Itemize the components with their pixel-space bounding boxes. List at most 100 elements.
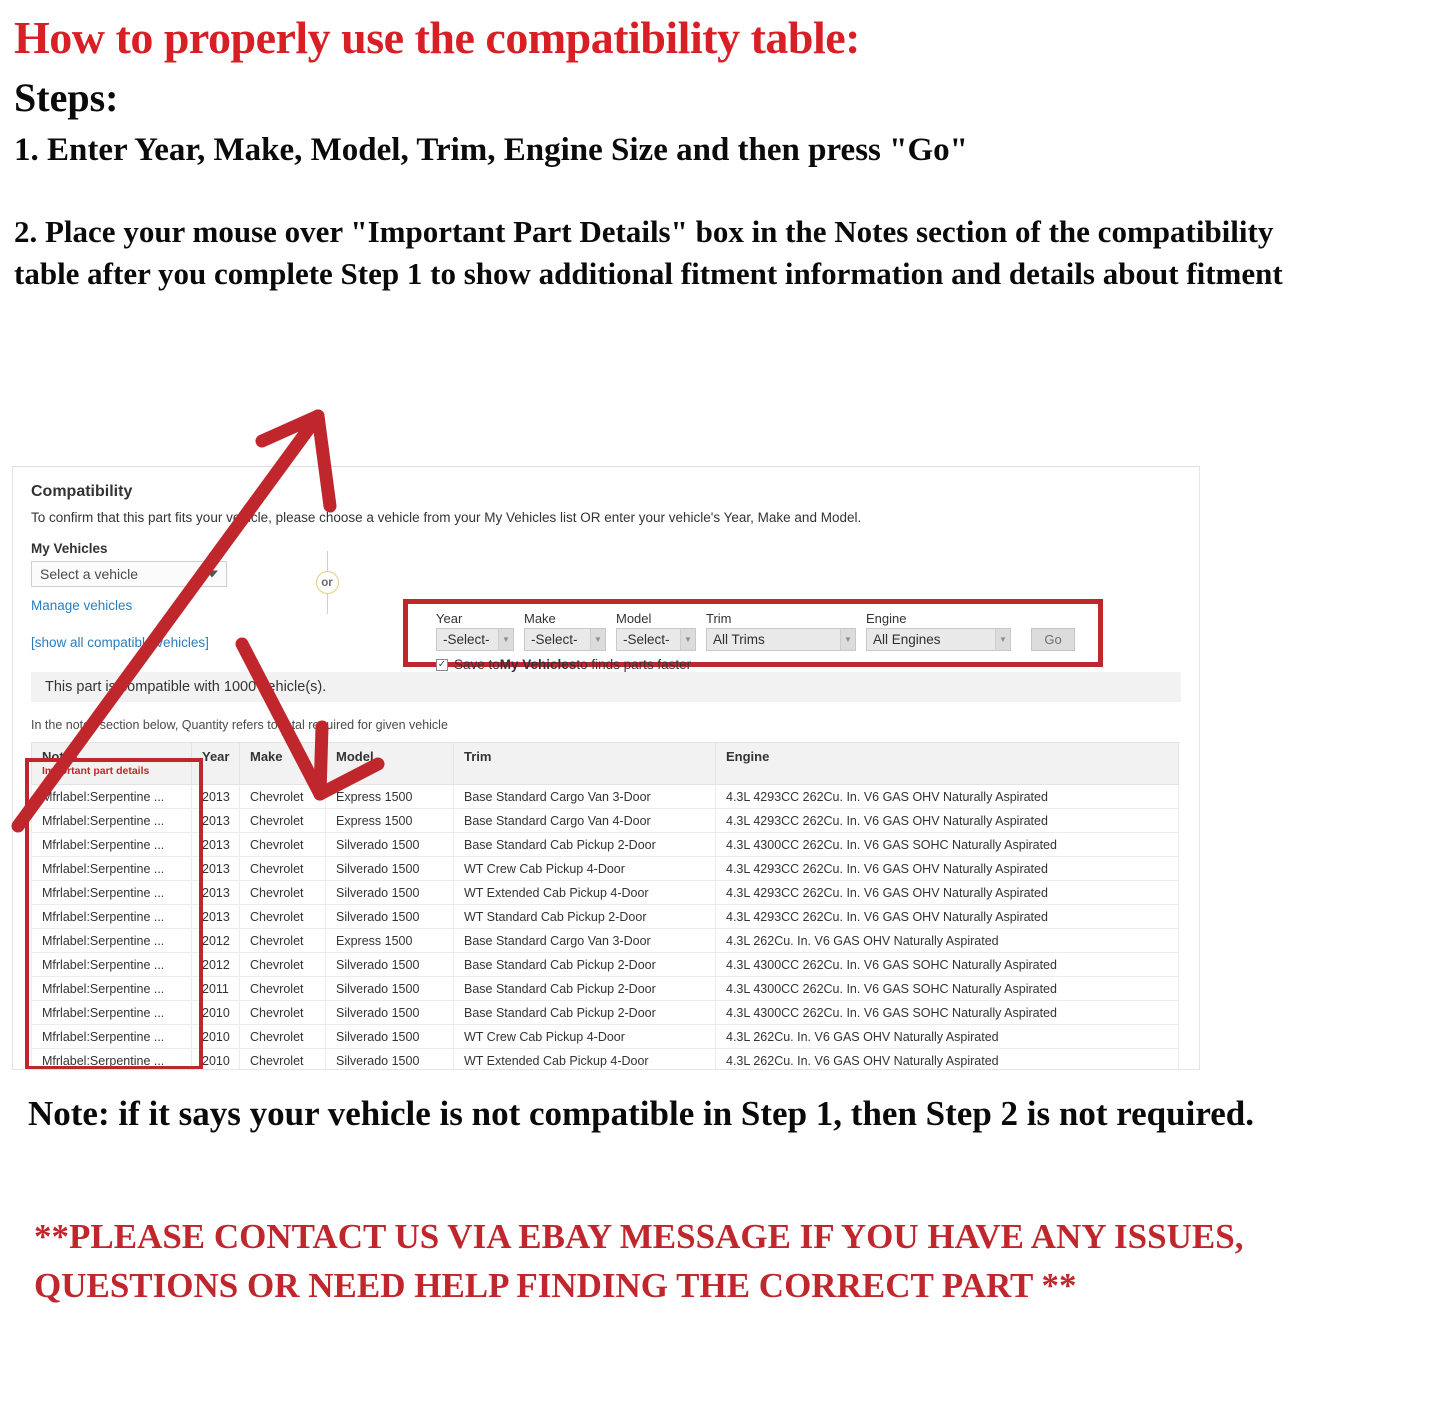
year-label: Year [436,611,463,626]
cell-notes[interactable]: Mfrlabel:Serpentine ... [31,976,192,1001]
cell-make: Chevrolet [239,880,326,905]
cell-make: Chevrolet [239,976,326,1001]
or-divider-line-top [326,551,328,571]
cell-notes[interactable]: Mfrlabel:Serpentine ... [31,1048,192,1069]
table-row: Mfrlabel:Serpentine ... 2012 Chevrolet Expr… [31,928,1179,953]
cell-model: Express 1500 [325,928,454,953]
compatibility-description: To confirm that this part fits your vehi… [31,510,862,525]
cell-year: 2013 [191,880,240,905]
engine-select[interactable]: All Engines ▼ [866,628,1011,651]
cell-engine: 4.3L 4293CC 262Cu. In. V6 GAS OHV Natura… [715,808,1179,833]
cell-model: Silverado 1500 [325,856,454,881]
save-text-after: to finds parts faster [576,657,692,672]
notes-header-label: Notes [42,749,79,764]
table-row: Mfrlabel:Serpentine ... 2010 Chevrolet Silv… [31,1048,1179,1069]
cell-model: Silverado 1500 [325,1000,454,1025]
cell-engine: 4.3L 262Cu. In. V6 GAS OHV Naturally Asp… [715,1024,1179,1049]
cell-notes[interactable]: Mfrlabel:Serpentine ... [31,904,192,929]
cell-engine: 4.3L 4293CC 262Cu. In. V6 GAS OHV Natura… [715,904,1179,929]
cell-year: 2010 [191,1048,240,1069]
steps-label: Steps: [14,75,119,121]
cell-make: Chevrolet [239,1024,326,1049]
chevron-down-icon: ▼ [840,629,855,650]
make-label: Make [524,611,556,626]
cell-engine: 4.3L 262Cu. In. V6 GAS OHV Naturally Asp… [715,928,1179,953]
model-select-value: -Select- [623,632,670,647]
cell-engine: 4.3L 4300CC 262Cu. In. V6 GAS SOHC Natur… [715,952,1179,977]
cell-engine: 4.3L 262Cu. In. V6 GAS OHV Naturally Asp… [715,1048,1179,1069]
make-select[interactable]: -Select- ▼ [524,628,606,651]
cell-year: 2013 [191,808,240,833]
chevron-down-icon: ▼ [995,629,1010,650]
cell-engine: 4.3L 4293CC 262Cu. In. V6 GAS OHV Natura… [715,880,1179,905]
or-divider: or [281,551,373,614]
table-row: Mfrlabel:Serpentine ... 2013 Chevrolet Silv… [31,904,1179,929]
table-row: Mfrlabel:Serpentine ... 2013 Chevrolet Silv… [31,856,1179,881]
cell-year: 2010 [191,1024,240,1049]
manage-vehicles-link[interactable]: Manage vehicles [31,598,281,613]
vehicle-entry-form: Year -Select- ▼ Make -Select- ▼ Model -S… [408,604,1098,651]
cell-trim: Base Standard Cab Pickup 2-Door [453,952,716,977]
cell-year: 2013 [191,784,240,809]
table-header-row: Notes Important part details Year Make M… [31,742,1179,785]
trim-select-value: All Trims [713,632,765,647]
cell-engine: 4.3L 4293CC 262Cu. In. V6 GAS OHV Natura… [715,784,1179,809]
engine-field-group: Engine All Engines ▼ [866,611,1011,651]
cell-make: Chevrolet [239,904,326,929]
column-header-notes: Notes Important part details [31,742,192,785]
cell-model: Silverado 1500 [325,952,454,977]
compatibility-table: Notes Important part details Year Make M… [31,742,1179,1069]
compatibility-heading: Compatibility [31,483,133,500]
vehicle-entry-form-highlight: Year -Select- ▼ Make -Select- ▼ Model -S… [403,599,1103,672]
vehicle-select-dropdown[interactable]: Select a vehicle [31,561,227,587]
cell-notes[interactable]: Mfrlabel:Serpentine ... [31,880,192,905]
cell-make: Chevrolet [239,808,326,833]
cell-year: 2013 [191,856,240,881]
cell-trim: Base Standard Cab Pickup 2-Door [453,832,716,857]
compatibility-panel: Compatibility To confirm that this part … [12,466,1200,1070]
cell-notes[interactable]: Mfrlabel:Serpentine ... [31,952,192,977]
column-header-trim: Trim [453,742,716,785]
trim-select[interactable]: All Trims ▼ [706,628,856,651]
model-label: Model [616,611,652,626]
save-text-bold: My Vehicles [499,657,577,672]
cell-notes[interactable]: Mfrlabel:Serpentine ... [31,808,192,833]
cell-engine: 4.3L 4293CC 262Cu. In. V6 GAS OHV Natura… [715,856,1179,881]
cell-notes[interactable]: Mfrlabel:Serpentine ... [31,928,192,953]
cell-notes[interactable]: Mfrlabel:Serpentine ... [31,832,192,857]
cell-model: Silverado 1500 [325,880,454,905]
cell-model: Express 1500 [325,784,454,809]
show-all-compatible-vehicles-link[interactable]: [show all compatible vehicles] [31,635,281,650]
year-select[interactable]: -Select- ▼ [436,628,514,651]
cell-model: Express 1500 [325,808,454,833]
footer-contact-notice: **PLEASE CONTACT US VIA EBAY MESSAGE IF … [34,1217,1244,1305]
cell-make: Chevrolet [239,952,326,977]
cell-notes[interactable]: Mfrlabel:Serpentine ... [31,784,192,809]
model-select[interactable]: -Select- ▼ [616,628,696,651]
model-field-group: Model -Select- ▼ [616,611,696,651]
go-button[interactable]: Go [1031,628,1075,651]
table-row: Mfrlabel:Serpentine ... 2013 Chevrolet Expr… [31,784,1179,809]
cell-year: 2012 [191,928,240,953]
save-to-my-vehicles-checkbox[interactable]: ✓ [436,658,448,671]
compatible-count-bar: This part is compatible with 1000 vehicl… [31,672,1181,702]
table-row: Mfrlabel:Serpentine ... 2013 Chevrolet Silv… [31,880,1179,905]
save-to-my-vehicles-row: ✓ Save to My Vehicles to finds parts fas… [408,651,1098,672]
column-header-year: Year [191,742,240,785]
cell-engine: 4.3L 4300CC 262Cu. In. V6 GAS SOHC Natur… [715,1000,1179,1025]
footer-note: Note: if it says your vehicle is not com… [28,1094,1254,1133]
engine-label: Engine [866,611,907,626]
step-1-instruction: 1. Enter Year, Make, Model, Trim, Engine… [14,132,968,169]
important-part-details-label[interactable]: Important part details [42,765,183,777]
quantity-note: In the notes section below, Quantity ref… [31,718,448,732]
my-vehicles-block: My Vehicles Select a vehicle Manage vehi… [31,541,281,650]
cell-notes[interactable]: Mfrlabel:Serpentine ... [31,1024,192,1049]
vehicle-chooser: My Vehicles Select a vehicle Manage vehi… [31,541,1181,672]
cell-notes[interactable]: Mfrlabel:Serpentine ... [31,1000,192,1025]
cell-trim: WT Extended Cab Pickup 4-Door [453,1048,716,1069]
cell-trim: Base Standard Cargo Van 3-Door [453,928,716,953]
cell-trim: WT Extended Cab Pickup 4-Door [453,880,716,905]
column-header-engine: Engine [715,742,1179,785]
cell-notes[interactable]: Mfrlabel:Serpentine ... [31,856,192,881]
table-row: Mfrlabel:Serpentine ... 2013 Chevrolet Expr… [31,808,1179,833]
